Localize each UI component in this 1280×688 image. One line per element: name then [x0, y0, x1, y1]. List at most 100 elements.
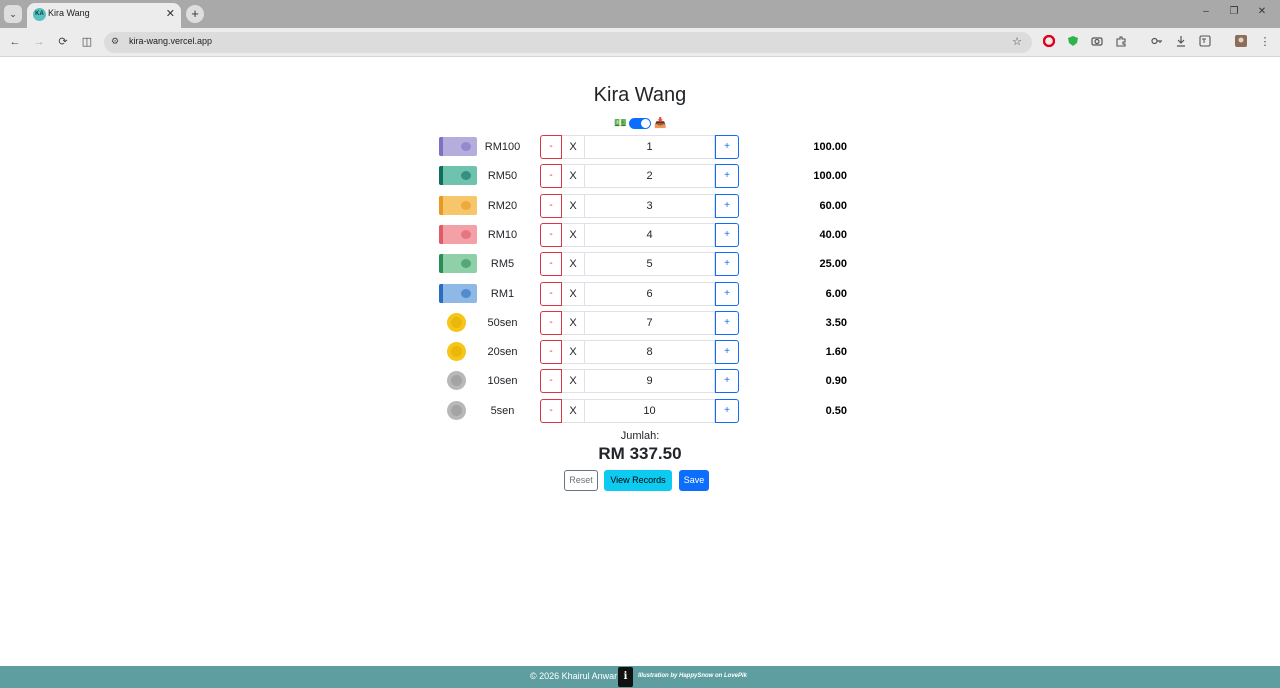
quantity-input[interactable] — [584, 369, 715, 393]
quantity-input[interactable] — [584, 135, 715, 159]
decrement-button[interactable]: - — [540, 194, 562, 218]
new-tab-button[interactable]: + — [186, 5, 204, 23]
multiply-symbol: X — [562, 311, 584, 335]
banknote-image — [439, 284, 477, 303]
increment-button[interactable]: + — [715, 194, 739, 218]
bookmark-star-icon[interactable]: ☆ — [1012, 35, 1022, 48]
increment-button[interactable]: + — [715, 399, 739, 423]
window-close-icon[interactable]: ✕ — [1252, 6, 1272, 17]
decrement-button[interactable]: - — [540, 311, 562, 335]
quantity-input[interactable] — [584, 282, 715, 306]
tab-favicon-icon: KA — [33, 8, 46, 21]
reset-button[interactable]: Reset — [564, 470, 598, 491]
translate-icon[interactable] — [1198, 35, 1212, 51]
camera-icon[interactable] — [1090, 35, 1104, 51]
note-stripe — [439, 166, 443, 185]
tab-title: Kira Wang — [48, 8, 90, 18]
note-stripe — [439, 284, 443, 303]
decrement-button[interactable]: - — [540, 399, 562, 423]
quantity-input[interactable] — [584, 194, 715, 218]
quantity-input[interactable] — [584, 252, 715, 276]
coin-image — [447, 342, 466, 361]
quantity-input[interactable] — [584, 399, 715, 423]
reload-icon[interactable]: ⟳ — [56, 35, 70, 49]
note-stripe — [439, 196, 443, 215]
restore-icon[interactable]: ❐ — [1224, 6, 1244, 17]
denomination-label: RM1 — [490, 288, 515, 300]
row-subtotal: 6.00 — [825, 288, 847, 300]
key-icon[interactable] — [1150, 35, 1164, 51]
note-mark — [461, 171, 471, 180]
multiply-symbol: X — [562, 223, 584, 247]
note-mark — [461, 259, 471, 268]
puzzle-icon[interactable] — [1114, 35, 1128, 51]
footer-credit[interactable]: Illustration by HappySnow on LovePik — [638, 673, 747, 679]
tab-search-button[interactable]: ⌄ — [4, 5, 22, 23]
download-icon[interactable] — [1174, 35, 1188, 51]
increment-button[interactable]: + — [715, 164, 739, 188]
quantity-input[interactable] — [584, 223, 715, 247]
increment-button[interactable]: + — [715, 282, 739, 306]
view-records-button[interactable]: View Records — [604, 470, 672, 491]
site-info-icon[interactable]: ⚙ — [111, 36, 119, 47]
denomination-row: RM50 -X +100.00 — [436, 164, 850, 188]
save-button[interactable]: Save — [679, 470, 709, 491]
decrement-button[interactable]: - — [540, 252, 562, 276]
address-bar[interactable]: ⚙ kira-wang.vercel.app ☆ — [104, 32, 1032, 53]
decrement-button[interactable]: - — [540, 164, 562, 188]
multiply-symbol: X — [562, 135, 584, 159]
increment-button[interactable]: + — [715, 340, 739, 364]
row-subtotal: 25.00 — [819, 258, 847, 270]
multiply-symbol: X — [562, 164, 584, 188]
denomination-row: RM5 -X +25.00 — [436, 252, 850, 276]
banknote-image — [439, 137, 477, 156]
increment-button[interactable]: + — [715, 135, 739, 159]
note-mark — [461, 289, 471, 298]
tab-close-icon[interactable]: ✕ — [166, 7, 175, 20]
browser-toolbar: ← → ⟳ ◫ ⚙ kira-wang.vercel.app ☆ ⋮ — [0, 28, 1280, 57]
decrement-button[interactable]: - — [540, 223, 562, 247]
denomination-label: 20sen — [487, 346, 518, 358]
denomination-label: 10sen — [487, 375, 518, 387]
quantity-input[interactable] — [584, 164, 715, 188]
note-stripe — [439, 137, 443, 156]
browser-menu-icon[interactable]: ⋮ — [1258, 35, 1272, 49]
opera-icon[interactable] — [1042, 34, 1056, 51]
increment-button[interactable]: + — [715, 369, 739, 393]
decrement-button[interactable]: - — [540, 369, 562, 393]
mode-toggle-switch[interactable] — [629, 118, 651, 129]
denomination-label: RM10 — [487, 229, 518, 241]
increment-button[interactable]: + — [715, 311, 739, 335]
note-mark — [461, 142, 471, 151]
multiply-symbol: X — [562, 194, 584, 218]
decrement-button[interactable]: - — [540, 282, 562, 306]
coin-image — [447, 371, 466, 390]
shield-icon[interactable] — [1066, 35, 1080, 51]
minimize-icon[interactable]: – — [1196, 6, 1216, 17]
denomination-row: RM100 -X +100.00 — [436, 135, 850, 159]
multiply-symbol: X — [562, 282, 584, 306]
url-text[interactable]: kira-wang.vercel.app — [129, 36, 212, 46]
info-icon[interactable]: i — [618, 667, 633, 687]
multiply-symbol: X — [562, 340, 584, 364]
denomination-row: 50sen -X +3.50 — [436, 311, 850, 335]
footer-copyright: © 2026 Khairul Anwar — [530, 671, 618, 681]
increment-button[interactable]: + — [715, 223, 739, 247]
profile-avatar[interactable] — [1234, 35, 1248, 51]
increment-button[interactable]: + — [715, 252, 739, 276]
browser-titlebar: ⌄ KA Kira Wang ✕ + – ❐ ✕ — [0, 0, 1280, 28]
denomination-label: RM20 — [487, 200, 518, 212]
coin-emblem — [451, 346, 462, 357]
forward-icon[interactable]: → — [32, 35, 46, 49]
browser-tab-active[interactable]: KA Kira Wang ✕ — [27, 3, 181, 28]
note-mark — [461, 201, 471, 210]
split-view-icon[interactable]: ◫ — [80, 35, 94, 49]
decrement-button[interactable]: - — [540, 135, 562, 159]
coin-image — [447, 313, 466, 332]
quantity-input[interactable] — [584, 311, 715, 335]
back-icon[interactable]: ← — [8, 35, 22, 49]
row-subtotal: 0.50 — [825, 405, 847, 417]
denomination-row: RM10 -X +40.00 — [436, 223, 850, 247]
quantity-input[interactable] — [584, 340, 715, 364]
decrement-button[interactable]: - — [540, 340, 562, 364]
